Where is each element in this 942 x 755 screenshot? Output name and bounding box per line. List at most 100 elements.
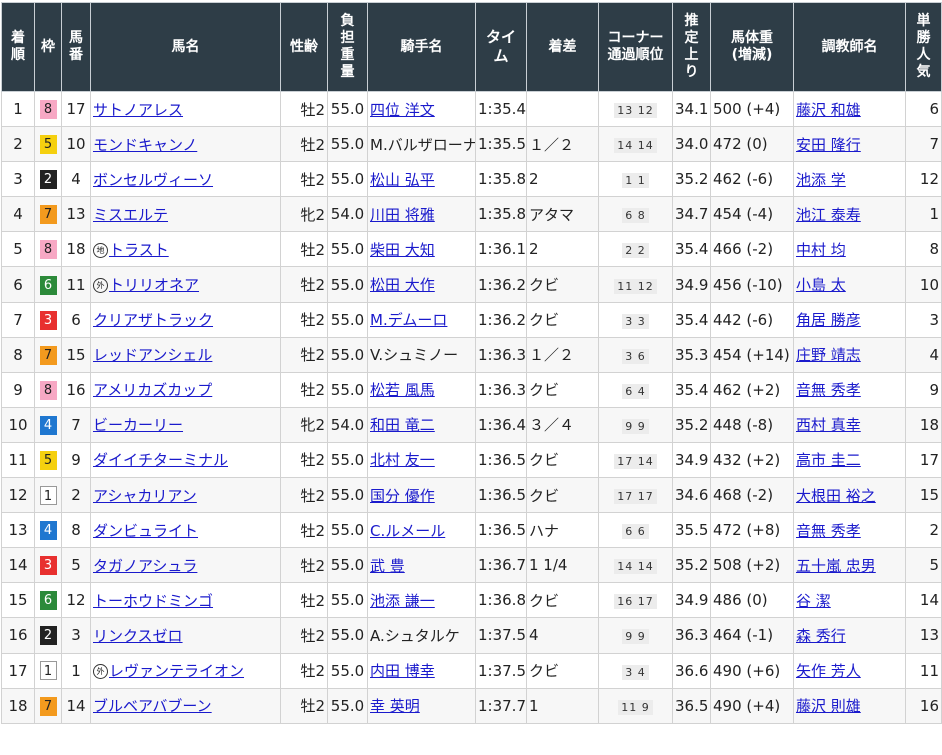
trainer-link[interactable]: 森 秀行 [796, 627, 846, 645]
horse-link[interactable]: レヴァンテライオン [109, 662, 244, 680]
corner-positions: 17 17 [614, 489, 657, 505]
trainer-link[interactable]: 藤沢 則雄 [796, 697, 861, 715]
last3f-cell: 34.9 [672, 266, 711, 303]
horse-link[interactable]: アメリカズカップ [93, 381, 212, 399]
trainer-link[interactable]: 谷 潔 [796, 592, 831, 610]
horse-link[interactable]: ダイイチターミナル [93, 451, 228, 469]
horse-link[interactable]: タガノアシュラ [93, 557, 197, 575]
umaban-cell: 7 [61, 406, 91, 443]
horse-cell: ダイイチターミナル [90, 441, 281, 479]
horse-link[interactable]: アシャカリアン [93, 487, 197, 505]
corner-cell: 14 14 [598, 126, 673, 163]
jockey-link[interactable]: 四位 洋文 [370, 101, 435, 119]
popularity-cell: 14 [905, 582, 942, 619]
jockey-link[interactable]: 幸 英明 [370, 697, 420, 715]
last3f-cell: 35.2 [672, 547, 711, 584]
horse-link[interactable]: クリアザトラック [93, 311, 213, 329]
weight-cell: 55.0 [327, 266, 368, 303]
waku-badge: 7 [39, 696, 57, 716]
jockey-name: V.シュミノー [370, 346, 459, 365]
waku-badge: 8 [39, 240, 57, 260]
umaban-cell: 5 [61, 547, 91, 584]
jockey-cell: 松田 大作 [367, 266, 476, 303]
rank-cell: 9 [1, 371, 35, 408]
jockey-link[interactable]: C.ルメール [370, 522, 445, 540]
body-weight-cell: 432 (+2) [710, 441, 794, 479]
rank-cell: 18 [1, 687, 35, 724]
horse-link[interactable]: トラスト [109, 241, 169, 259]
horse-link[interactable]: ビーカーリー [93, 416, 183, 434]
jockey-link[interactable]: 武 豊 [370, 557, 405, 575]
body-weight-cell: 462 (-6) [710, 161, 794, 198]
trainer-link[interactable]: 西村 真幸 [796, 416, 861, 434]
horse-cell: アメリカズカップ [90, 371, 281, 408]
horse-link[interactable]: ミスエルテ [93, 206, 168, 224]
jockey-link[interactable]: 川田 将雅 [370, 206, 435, 224]
header-last3f: 推定上り [672, 2, 711, 92]
jockey-link[interactable]: 柴田 大知 [370, 241, 435, 259]
last3f-cell: 36.5 [672, 687, 711, 724]
horse-link[interactable]: ブルベアバブーン [93, 697, 212, 715]
jockey-link[interactable]: 北村 友一 [370, 451, 435, 469]
horse-cell: ビーカーリー [90, 406, 281, 443]
horse-link[interactable]: サトノアレス [93, 101, 183, 119]
trainer-link[interactable]: 大根田 裕之 [796, 487, 876, 505]
waku-badge: 4 [39, 415, 57, 435]
weight-cell: 55.0 [327, 477, 368, 514]
horse-link[interactable]: レッドアンシェル [93, 346, 212, 364]
trainer-link[interactable]: 庄野 靖志 [796, 346, 861, 364]
trainer-link[interactable]: 小島 太 [796, 276, 846, 294]
body-weight-cell: 454 (-4) [710, 196, 794, 233]
corner-cell: 3 3 [598, 301, 673, 338]
jockey-cell: M.バルザローナ [367, 126, 476, 163]
popularity-cell: 11 [905, 652, 942, 689]
umaban-cell: 11 [61, 266, 91, 303]
sexage-cell: 牡2 [280, 301, 328, 338]
trainer-link[interactable]: 音無 秀孝 [796, 381, 861, 399]
corner-cell: 17 17 [598, 477, 673, 514]
trainer-link[interactable]: 安田 隆行 [796, 136, 861, 154]
popularity-cell: 15 [905, 477, 942, 514]
corner-cell: 1 1 [598, 161, 673, 198]
trainer-link[interactable]: 五十嵐 忠男 [796, 557, 876, 575]
jockey-link[interactable]: 池添 謙一 [370, 592, 435, 610]
weight-cell: 55.0 [327, 301, 368, 338]
body-weight-cell: 472 (+8) [710, 512, 794, 549]
corner-positions: 9 9 [622, 418, 649, 434]
sexage-cell: 牡2 [280, 371, 328, 408]
umaban-cell: 8 [61, 512, 91, 549]
umaban-cell: 18 [61, 231, 91, 268]
popularity-cell: 7 [905, 126, 942, 163]
trainer-link[interactable]: 池添 学 [796, 171, 846, 189]
jockey-link[interactable]: 和田 竜二 [370, 416, 435, 434]
waku-cell: 3 [34, 547, 62, 584]
trainer-link[interactable]: 池江 泰寿 [796, 206, 861, 224]
jockey-link[interactable]: 松若 風馬 [370, 381, 435, 399]
jockey-link[interactable]: M.デムーロ [370, 311, 447, 329]
horse-link[interactable]: ダンビュライト [93, 522, 198, 540]
jockey-link[interactable]: 内田 博幸 [370, 662, 435, 680]
trainer-link[interactable]: 高市 圭二 [796, 451, 861, 469]
horse-link[interactable]: トリリオネア [109, 276, 199, 294]
last3f-cell: 35.3 [672, 336, 711, 373]
trainer-link[interactable]: 角居 勝彦 [796, 311, 861, 329]
jockey-link[interactable]: 国分 優作 [370, 487, 435, 505]
body-weight-cell: 500 (+4) [710, 90, 794, 128]
body-weight-cell: 462 (+2) [710, 371, 794, 408]
trainer-link[interactable]: 矢作 芳人 [796, 662, 861, 680]
weight-cell: 55.0 [327, 371, 368, 408]
horse-link[interactable]: ボンセルヴィーソ [93, 171, 213, 189]
weight-cell: 54.0 [327, 406, 368, 443]
umaban-cell: 2 [61, 477, 91, 514]
horse-link[interactable]: モンドキャンノ [93, 136, 197, 154]
horse-link[interactable]: トーホウドミンゴ [93, 592, 213, 610]
trainer-link[interactable]: 中村 均 [796, 241, 846, 259]
trainer-link[interactable]: 音無 秀孝 [796, 522, 861, 540]
jockey-link[interactable]: 松山 弘平 [370, 171, 435, 189]
body-weight-cell: 486 (0) [710, 582, 794, 619]
horse-link[interactable]: リンクスゼロ [93, 627, 183, 645]
jockey-link[interactable]: 松田 大作 [370, 276, 435, 294]
trainer-link[interactable]: 藤沢 和雄 [796, 101, 861, 119]
table-row: 4 7 13 ミスエルテ 牝2 54.0 川田 将雅 1:35.8 アタマ 6 8 34.7 454 … [1, 196, 942, 233]
popularity-cell: 3 [905, 301, 942, 338]
